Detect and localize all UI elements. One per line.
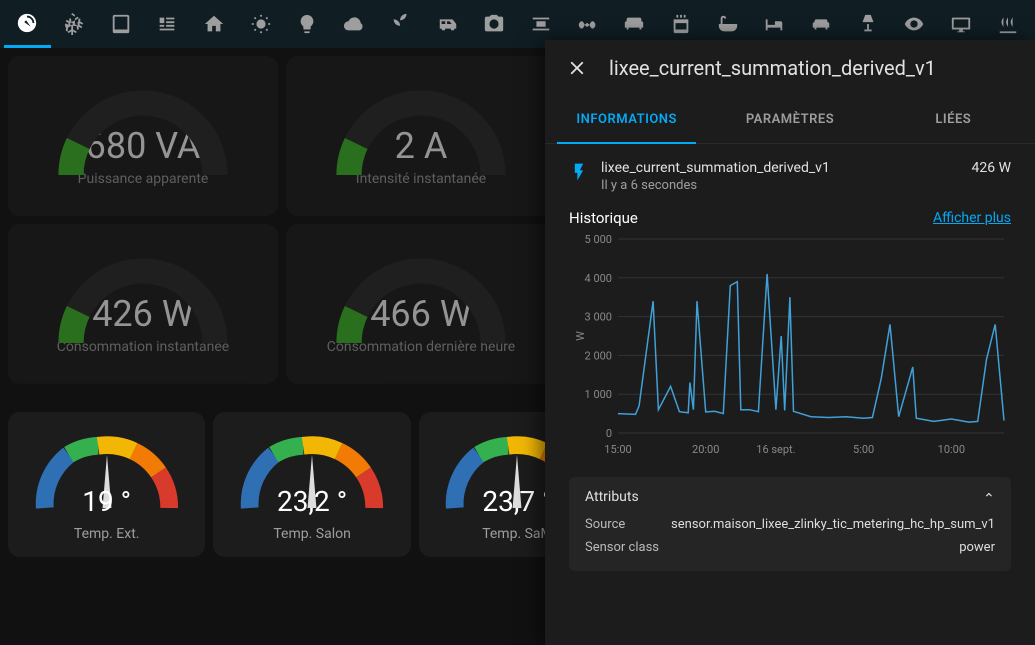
- svg-text:15:00: 15:00: [604, 443, 631, 456]
- chevron-down-icon: ⌄: [983, 489, 995, 505]
- history-title: Historique: [569, 209, 638, 227]
- flash-icon: [569, 162, 589, 186]
- tab-informations[interactable]: INFORMATIONS: [545, 96, 708, 143]
- svg-text:5:00: 5:00: [853, 443, 874, 456]
- sun-icon[interactable]: [237, 0, 284, 48]
- attribute-row: Sensor classpower: [585, 536, 995, 559]
- gauge-icon[interactable]: [4, 0, 51, 48]
- svg-text:10:00: 10:00: [938, 443, 965, 456]
- snow-icon[interactable]: [51, 0, 98, 48]
- camera-icon[interactable]: [471, 0, 518, 48]
- news-icon[interactable]: [144, 0, 191, 48]
- svg-text:4 000: 4 000: [585, 272, 612, 285]
- tab-liees[interactable]: LIÉES: [872, 96, 1035, 143]
- entity-name: lixee_current_summation_derived_v1: [601, 160, 960, 176]
- tab-parametres[interactable]: PARAMÈTRES: [708, 96, 871, 143]
- gauge-card[interactable]: 466 W Consommation dernière heure: [286, 224, 556, 384]
- svg-text:0: 0: [606, 427, 612, 440]
- camper-icon[interactable]: [424, 0, 471, 48]
- attribute-row: Sourcesensor.maison_lixee_zlinky_tic_met…: [585, 513, 995, 536]
- show-more-link[interactable]: Afficher plus: [933, 210, 1011, 226]
- tablet-icon[interactable]: [97, 0, 144, 48]
- svg-text:20:00: 20:00: [692, 443, 719, 456]
- temp-card[interactable]: 23,2 ° Temp. Salon: [213, 412, 410, 557]
- temp-card[interactable]: 19 ° Temp. Ext.: [8, 412, 205, 557]
- svg-text:1 000: 1 000: [585, 388, 612, 401]
- svg-text:2 000: 2 000: [585, 349, 612, 362]
- svg-text:16 sept.: 16 sept.: [756, 443, 795, 456]
- home-icon[interactable]: [191, 0, 238, 48]
- entity-time: Il y a 6 secondes: [601, 178, 960, 193]
- close-icon[interactable]: [565, 56, 589, 80]
- gauge-card[interactable]: 426 W Consommation instantanée: [8, 224, 278, 384]
- attributes-toggle[interactable]: Attributs ⌄: [585, 489, 995, 505]
- bulb-icon[interactable]: [284, 0, 331, 48]
- gauge-card[interactable]: 680 VA Puissance apparente: [8, 56, 278, 216]
- panel-title: lixee_current_summation_derived_v1: [609, 56, 936, 80]
- svg-text:3 000: 3 000: [585, 311, 612, 324]
- cloud-icon[interactable]: [331, 0, 378, 48]
- history-chart[interactable]: 0 1 000 2 000 3 000 4 000 5 000 W 15:00 20:00 16 …: [569, 231, 1011, 461]
- svg-text:W: W: [574, 331, 587, 341]
- entity-state: 426 W: [972, 160, 1012, 176]
- entity-info-panel: lixee_current_summation_derived_v1 INFOR…: [545, 40, 1035, 645]
- attributes-title: Attributs: [585, 489, 639, 505]
- svg-text:5 000: 5 000: [585, 233, 612, 246]
- sprout-icon[interactable]: [378, 0, 425, 48]
- gauge-card[interactable]: 2 A Intensité instantanée: [286, 56, 556, 216]
